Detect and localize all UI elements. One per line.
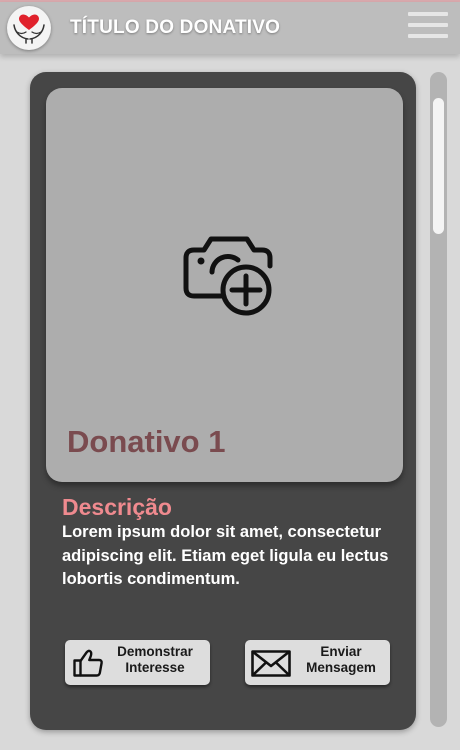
send-message-button[interactable]: Enviar Mensagem xyxy=(245,640,390,685)
show-interest-label: Demonstrar Interesse xyxy=(105,644,205,676)
send-message-label-line2: Mensagem xyxy=(306,660,376,675)
envelope-icon xyxy=(251,650,291,677)
app-header: TÍTULO DO DONATIVO xyxy=(0,2,460,54)
show-interest-button[interactable]: Demonstrar Interesse xyxy=(65,640,210,685)
scrollbar-thumb[interactable] xyxy=(433,98,444,234)
scrollbar-track[interactable] xyxy=(430,72,447,727)
description-label: Descrição xyxy=(62,494,172,520)
show-interest-label-line1: Demonstrar xyxy=(117,644,193,659)
hamburger-menu-icon[interactable] xyxy=(406,10,450,42)
donation-card: Donativo 1 Descrição Lorem ipsum dolor s… xyxy=(30,72,416,730)
menu-bar xyxy=(408,23,448,27)
thumbs-up-icon xyxy=(73,649,103,677)
menu-bar xyxy=(408,34,448,38)
send-message-label-line1: Enviar xyxy=(320,644,362,659)
description-text: Lorem ipsum dolor sit amet, consectetur … xyxy=(62,523,389,588)
donation-title: Donativo 1 xyxy=(67,424,226,459)
send-message-label: Enviar Mensagem xyxy=(295,644,387,676)
menu-bar xyxy=(408,12,448,16)
add-photo-camera-icon[interactable] xyxy=(182,228,278,318)
page-title: TÍTULO DO DONATIVO xyxy=(70,17,281,38)
show-interest-label-line2: Interesse xyxy=(125,660,185,675)
hands-heart-icon xyxy=(13,14,45,44)
app-logo[interactable] xyxy=(7,6,51,50)
donation-photo-placeholder[interactable]: Donativo 1 xyxy=(46,88,403,482)
